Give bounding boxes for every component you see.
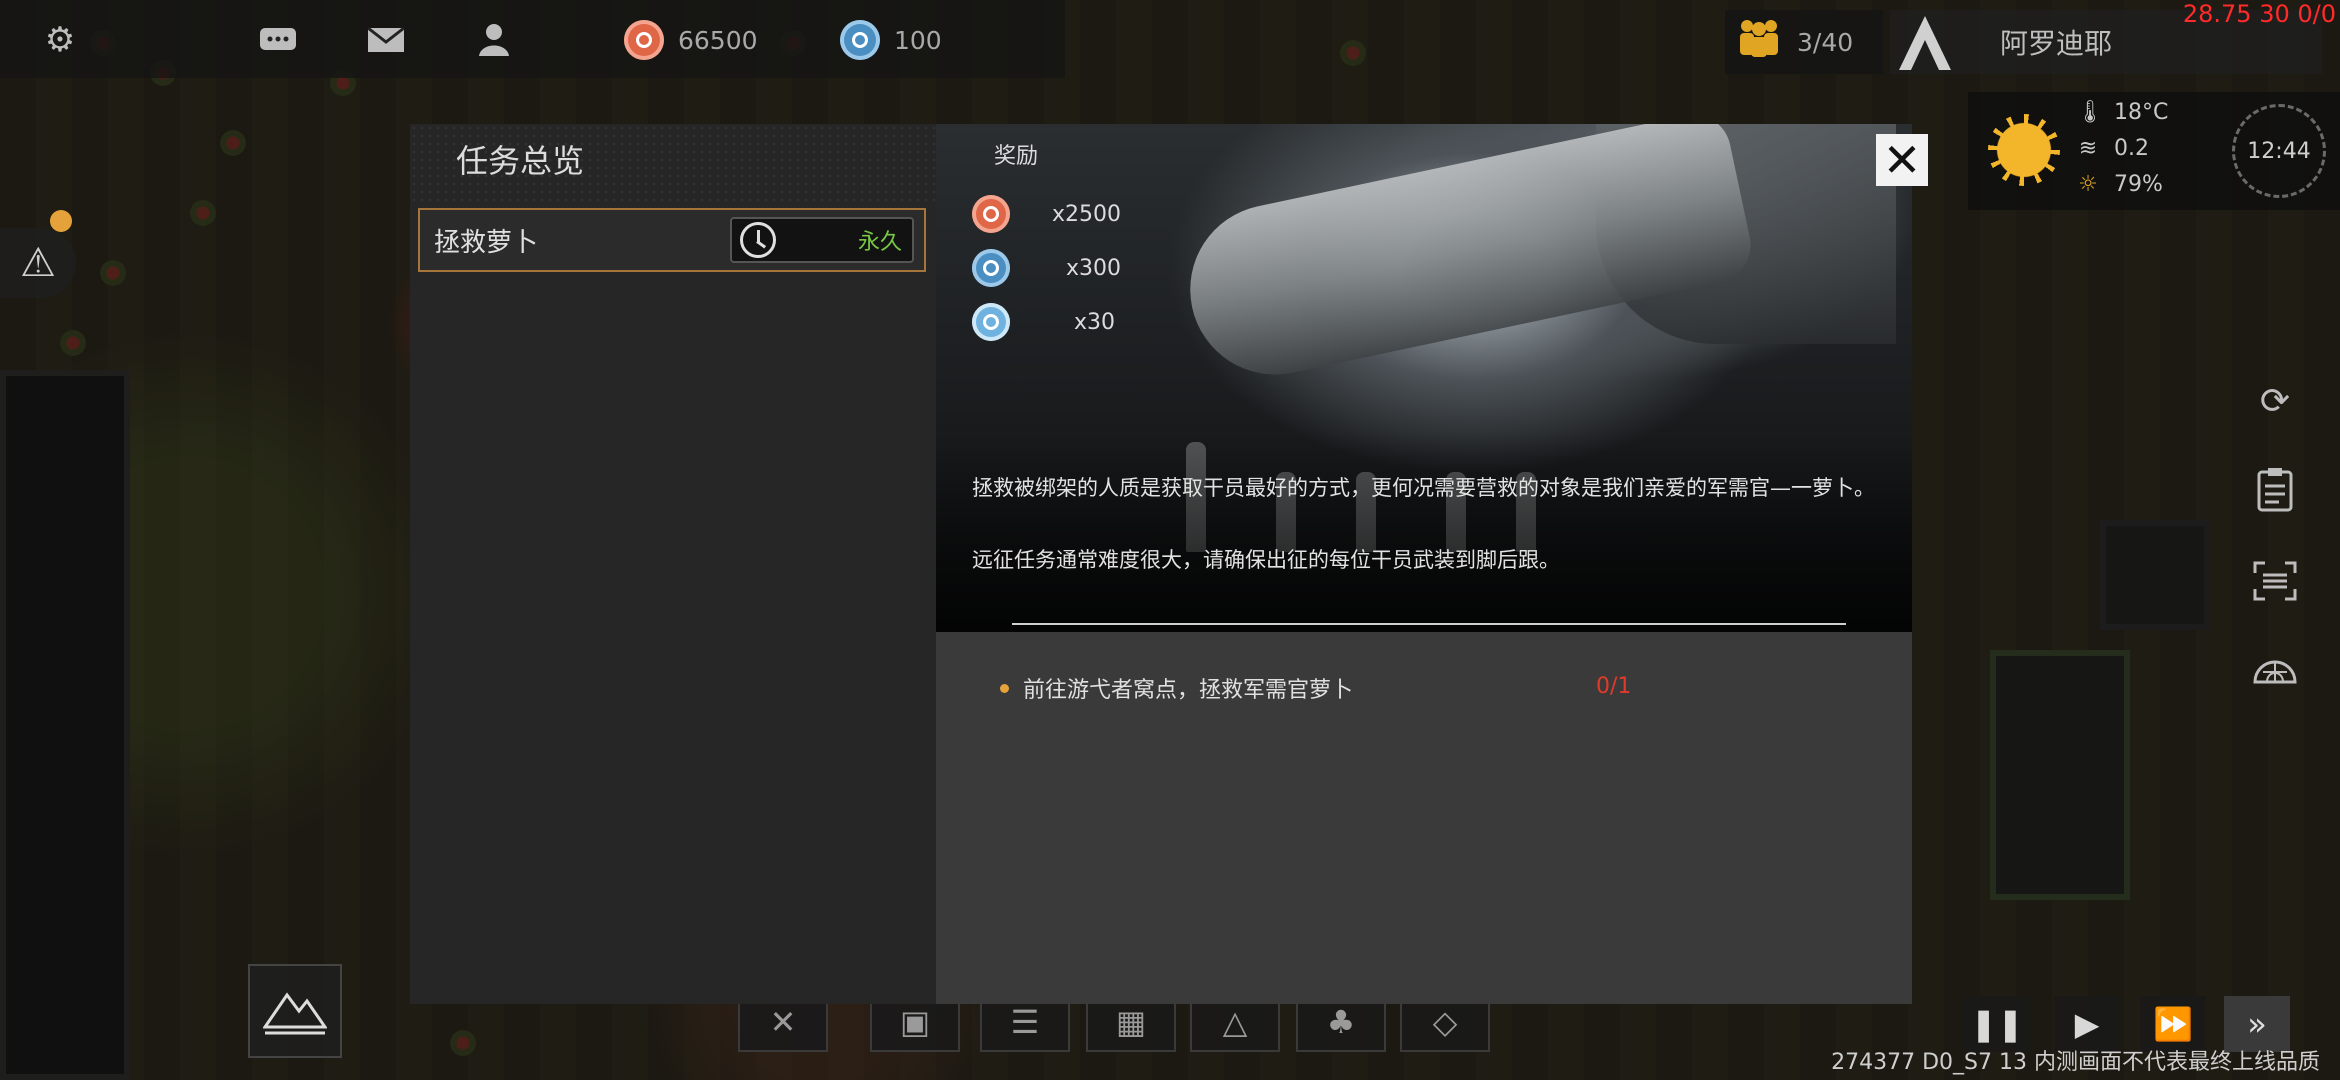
quest-detail-panel: 奖励 x2500 x300 x30 拯救被绑架的人质是获取干员最好的方式，更何况… [936,124,1928,1004]
thermometer-icon: 🌡 [2076,100,2104,125]
terrain-mountain-button[interactable] [248,964,342,1058]
humidity-value: 79% [2114,172,2163,197]
sun-icon [1988,114,2060,186]
quest-duration-badge: 永久 [730,217,914,263]
divider [1012,623,1846,625]
gear-icon[interactable]: ⚙ [38,18,82,62]
objective-progress: 0/1 [1596,674,1632,699]
objective-text: 前往游弋者窝点，拯救军需官萝卜 [1023,678,1354,703]
reward-item: x2500 [972,194,1121,234]
quest-illustration: 奖励 x2500 x300 x30 拯救被绑架的人质是获取干员最好的方式，更何况… [936,124,1912,632]
base-logo-icon [1890,10,1960,74]
version-footer: 274377 D0_S7 13 内测画面不代表最终上线品质 [1831,1050,2320,1075]
population-value: 3/40 [1797,27,1854,57]
quest-objective: 前往游弋者窝点，拯救军需官萝卜 [1000,672,1353,704]
wind-icon: ≋ [2078,136,2098,161]
light-icon: ☼ [2078,172,2098,197]
wind-row: ≋ 0.2 [2076,136,2149,161]
quest-description: 拯救被绑架的人质是获取干员最好的方式，更何况需要营救的对象是我们亲爱的军需官—一… [972,470,1892,614]
red-coin-icon [624,20,664,60]
blue-coin-icon [840,20,880,60]
reward-qty: x30 [1074,309,1116,335]
blue-coin-icon [972,249,1010,287]
alert-button[interactable]: ⚠ [0,228,76,298]
mail-icon[interactable] [364,18,408,62]
close-button[interactable]: ✕ [1876,134,1928,186]
red-coin-icon [972,195,1010,233]
resource-blue[interactable]: 100 [840,18,942,62]
warning-icon: ⚠ [20,240,56,286]
person-icon[interactable] [474,18,518,62]
reward-qty: x2500 [1052,201,1122,227]
quest-duration: 永久 [857,230,902,255]
rewards-label: 奖励 [994,144,1039,169]
base-name: 阿罗迪耶 [2000,27,2113,60]
quest-item[interactable]: 拯救萝卜 永久 [418,208,926,272]
reward-item: x30 [972,302,1115,342]
quest-item-name: 拯救萝卜 [434,227,539,258]
resource-blue-value: 100 [894,25,942,55]
debug-readout: 28.75 30 0/0 [2182,0,2336,28]
reward-qty: x300 [1066,255,1122,281]
bullet-dot [1000,683,1009,693]
notification-dot [50,210,72,232]
reward-item: x300 [972,248,1121,288]
top-bar: ⚙ 66500 100 [0,0,1065,78]
cube-rotate-icon[interactable]: ⟳ [2248,374,2302,428]
humidity-row: ☼ 79% [2076,172,2163,197]
temperature-value: 18°C [2114,100,2169,125]
weather-panel[interactable]: 🌡 18°C ≋ 0.2 ☼ 79% 12:44 [1968,92,2340,210]
resource-red[interactable]: 66500 [624,18,758,62]
quest-list-panel: 任务总览 拯救萝卜 永久 [410,124,936,1004]
clock-time: 12:44 [2247,138,2311,164]
population-counter[interactable]: 3/40 [1725,10,1883,74]
quest-overview-dialog: 任务总览 拯救萝卜 永久 奖励 x2500 x300 x30 拯救被绑架的人质是… [410,124,1928,1004]
resource-red-value: 66500 [678,25,758,55]
wind-value: 0.2 [2114,136,2149,161]
globe-icon[interactable] [2248,640,2302,694]
chat-icon[interactable] [256,18,300,62]
clipboard-icon[interactable] [2248,462,2302,516]
clock-icon [740,222,776,258]
quest-description-1: 拯救被绑架的人质是获取干员最好的方式，更何况需要营救的对象是我们亲爱的军需官—一… [972,476,1875,500]
quest-panel-title: 任务总览 [456,142,585,180]
light-blue-coin-icon [972,303,1010,341]
temperature-row: 🌡 18°C [2076,100,2168,125]
quest-description-2: 远征任务通常难度很大，请确保出征的每位干员武装到脚后跟。 [972,548,1560,572]
game-clock: 12:44 [2232,104,2326,198]
scan-icon[interactable] [2248,554,2302,608]
people-icon [1735,17,1783,67]
